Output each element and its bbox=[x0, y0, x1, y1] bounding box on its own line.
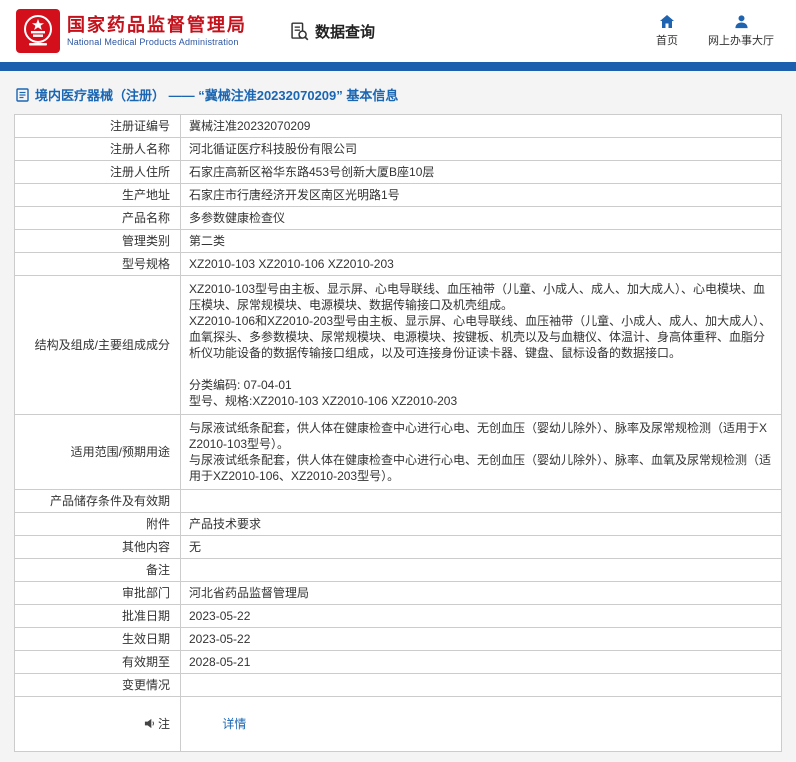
row-label: 其他内容 bbox=[14, 535, 181, 559]
row-label: 注册证编号 bbox=[14, 114, 181, 138]
agency-name-cn: 国家药品监督管理局 bbox=[67, 14, 247, 35]
row-value: 无 bbox=[180, 535, 782, 559]
row-value: 2023-05-22 bbox=[180, 604, 782, 628]
main-content: 境内医疗器械（注册） —— “冀械注准20232070209” 基本信息 注册证… bbox=[0, 71, 796, 762]
table-row: 产品储存条件及有效期 bbox=[14, 489, 782, 513]
document-icon bbox=[16, 87, 29, 102]
table-row: 管理类别 第二类 bbox=[14, 229, 782, 253]
row-value: 2023-05-22 bbox=[180, 627, 782, 651]
header-nav: 首页 网上办事大厅 bbox=[656, 14, 780, 48]
row-value: 多参数健康检查仪 bbox=[180, 206, 782, 230]
table-row: 附件 产品技术要求 bbox=[14, 512, 782, 536]
brand-text: 国家药品监督管理局 National Medical Products Admi… bbox=[67, 15, 247, 48]
row-label: 产品名称 bbox=[14, 206, 181, 230]
table-row: 注册证编号 冀械注准20232070209 bbox=[14, 114, 782, 138]
home-icon bbox=[659, 14, 675, 29]
row-label: 适用范围/预期用途 bbox=[14, 414, 181, 490]
table-row: 批准日期 2023-05-22 bbox=[14, 604, 782, 628]
row-value: XZ2010-103型号由主板、显示屏、心电导联线、血压袖带（儿童、小成人、成人… bbox=[180, 275, 782, 415]
row-value: 2028-05-21 bbox=[180, 650, 782, 674]
table-row: 变更情况 bbox=[14, 673, 782, 697]
nav-online-hall[interactable]: 网上办事大厅 bbox=[708, 14, 774, 48]
row-value: 河北循证医疗科技股份有限公司 bbox=[180, 137, 782, 161]
detail-link[interactable]: 详情 bbox=[222, 717, 246, 731]
table-row: 审批部门 河北省药品监督管理局 bbox=[14, 581, 782, 605]
table-row: 生效日期 2023-05-22 bbox=[14, 627, 782, 651]
row-label: 注 bbox=[14, 696, 181, 752]
table-row: 其他内容 无 bbox=[14, 535, 782, 559]
person-icon bbox=[734, 14, 749, 29]
row-value bbox=[180, 558, 782, 582]
agency-name-en: National Medical Products Administration bbox=[67, 37, 239, 48]
row-label: 产品储存条件及有效期 bbox=[14, 489, 181, 513]
row-label: 审批部门 bbox=[14, 581, 181, 605]
table-row: 备注 bbox=[14, 558, 782, 582]
row-value: XZ2010-103 XZ2010-106 XZ2010-203 bbox=[180, 252, 782, 276]
table-row: 产品名称 多参数健康检查仪 bbox=[14, 206, 782, 230]
row-value: 石家庄高新区裕华东路453号创新大厦B座10层 bbox=[180, 160, 782, 184]
row-value: 详情 bbox=[180, 696, 782, 752]
row-value bbox=[180, 673, 782, 697]
row-label: 生产地址 bbox=[14, 183, 181, 207]
row-value: 冀械注准20232070209 bbox=[180, 114, 782, 138]
row-label: 结构及组成/主要组成成分 bbox=[14, 275, 181, 415]
nav-online-hall-label: 网上办事大厅 bbox=[708, 35, 774, 47]
megaphone-icon bbox=[144, 717, 155, 733]
row-value bbox=[180, 489, 782, 513]
table-row: 型号规格 XZ2010-103 XZ2010-106 XZ2010-203 bbox=[14, 252, 782, 276]
table-row: 注册人住所 石家庄高新区裕华东路453号创新大厦B座10层 bbox=[14, 160, 782, 184]
row-value: 石家庄市行唐经济开发区南区光明路1号 bbox=[180, 183, 782, 207]
document-search-icon bbox=[289, 21, 310, 42]
nav-home[interactable]: 首页 bbox=[656, 14, 678, 48]
breadcrumb: 境内医疗器械（注册） —— “冀械注准20232070209” 基本信息 bbox=[16, 85, 782, 104]
row-value: 产品技术要求 bbox=[180, 512, 782, 536]
row-value: 河北省药品监督管理局 bbox=[180, 581, 782, 605]
row-value: 与尿液试纸条配套，供人体在健康检查中心进行心电、无创血压（婴幼儿除外）、脉率及尿… bbox=[180, 414, 782, 490]
registration-info-table: 注册证编号 冀械注准20232070209 注册人名称 河北循证医疗科技股份有限… bbox=[14, 114, 782, 752]
table-row: 结构及组成/主要组成成分 XZ2010-103型号由主板、显示屏、心电导联线、血… bbox=[14, 275, 782, 415]
nav-home-label: 首页 bbox=[656, 35, 678, 47]
table-row: 注册人名称 河北循证医疗科技股份有限公司 bbox=[14, 137, 782, 161]
header-divider-bar bbox=[0, 62, 796, 71]
national-emblem-icon bbox=[16, 9, 60, 53]
data-query-nav[interactable]: 数据查询 bbox=[289, 21, 375, 42]
row-value: 第二类 bbox=[180, 229, 782, 253]
table-row-note: 注 详情 bbox=[14, 696, 782, 752]
row-label: 附件 bbox=[14, 512, 181, 536]
row-label: 注册人住所 bbox=[14, 160, 181, 184]
site-header: 国家药品监督管理局 National Medical Products Admi… bbox=[0, 0, 796, 62]
row-label: 批准日期 bbox=[14, 604, 181, 628]
table-row: 适用范围/预期用途 与尿液试纸条配套，供人体在健康检查中心进行心电、无创血压（婴… bbox=[14, 414, 782, 490]
row-label: 变更情况 bbox=[14, 673, 181, 697]
row-label: 注册人名称 bbox=[14, 137, 181, 161]
row-label: 生效日期 bbox=[14, 627, 181, 651]
row-label: 有效期至 bbox=[14, 650, 181, 674]
row-label: 型号规格 bbox=[14, 252, 181, 276]
row-label: 备注 bbox=[14, 558, 181, 582]
nmpa-logo-brand[interactable]: 国家药品监督管理局 National Medical Products Admi… bbox=[16, 9, 247, 53]
table-row: 生产地址 石家庄市行唐经济开发区南区光明路1号 bbox=[14, 183, 782, 207]
page-title: 境内医疗器械（注册） —— “冀械注准20232070209” 基本信息 bbox=[35, 88, 399, 103]
note-label: 注 bbox=[157, 716, 170, 731]
row-label: 管理类别 bbox=[14, 229, 181, 253]
table-row: 有效期至 2028-05-21 bbox=[14, 650, 782, 674]
data-query-label: 数据查询 bbox=[315, 23, 376, 41]
